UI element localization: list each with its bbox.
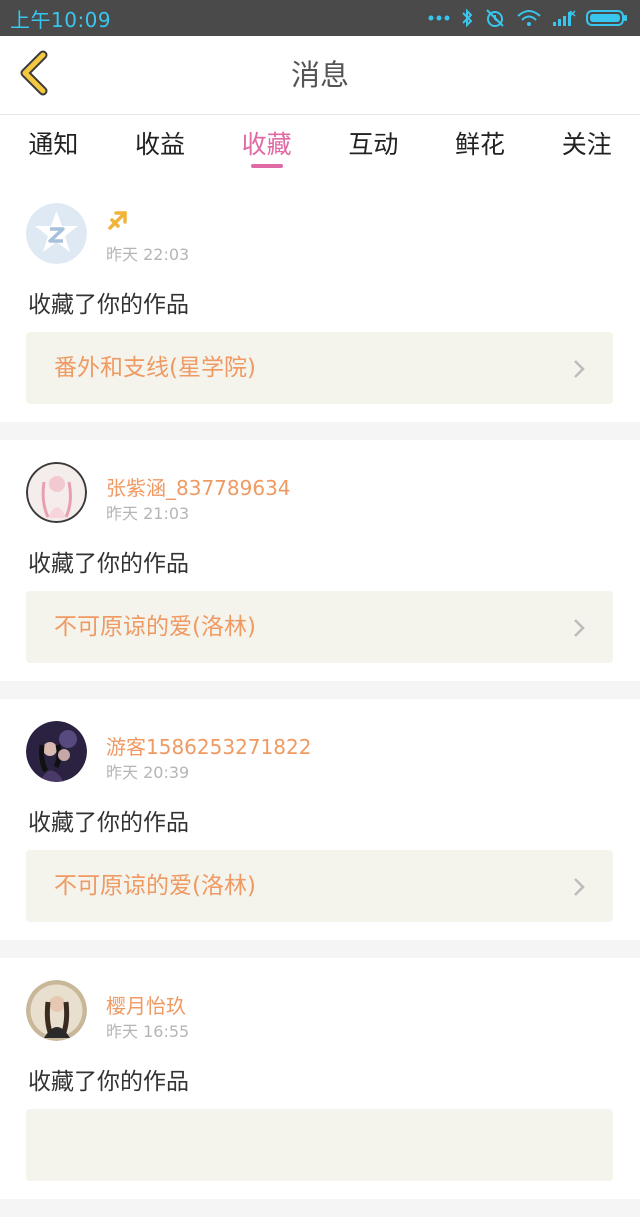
- message-list: 昨天 22:03 收藏了你的作品 番外和支线(星学院) 张紫涵_83778963…: [0, 181, 640, 1217]
- message-action: 收藏了你的作品: [28, 1069, 189, 1095]
- message-card: 昨天 22:03 收藏了你的作品 番外和支线(星学院): [0, 181, 640, 422]
- message-action: 收藏了你的作品: [28, 292, 189, 318]
- tab-bar: 通知 收益 收藏 互动 鲜花 关注: [0, 115, 640, 181]
- header: 消息: [0, 36, 640, 115]
- tab-earnings[interactable]: 收益: [107, 115, 214, 181]
- chevron-left-icon: [17, 50, 51, 100]
- avatar[interactable]: [26, 462, 87, 523]
- user-name[interactable]: 游客1586253271822: [106, 731, 311, 760]
- message-time: 昨天 16:55: [106, 1022, 190, 1041]
- avatar[interactable]: [26, 203, 87, 264]
- battery-icon: [586, 9, 628, 27]
- chevron-right-icon: [573, 359, 585, 383]
- message-action: 收藏了你的作品: [28, 810, 189, 836]
- user-name[interactable]: 张紫涵_837789634: [106, 472, 291, 501]
- tab-flowers[interactable]: 鲜花: [427, 115, 534, 181]
- message-action: 收藏了你的作品: [28, 551, 189, 577]
- message-card: 张紫涵_837789634 昨天 21:03 收藏了你的作品 不可原谅的爱(洛林…: [0, 440, 640, 681]
- signal-icon: [552, 9, 576, 27]
- avatar[interactable]: [26, 721, 87, 782]
- work-link[interactable]: 不可原谅的爱(洛林): [26, 591, 613, 663]
- sagittarius-icon: [107, 209, 129, 235]
- dots-icon: [428, 14, 450, 22]
- work-link[interactable]: 不可原谅的爱(洛林): [26, 850, 613, 922]
- status-bar: 上午10:09: [0, 0, 640, 36]
- tab-notifications[interactable]: 通知: [0, 115, 107, 181]
- work-title: 不可原谅的爱(洛林): [54, 614, 256, 640]
- chevron-right-icon: [573, 618, 585, 642]
- work-title: 不可原谅的爱(洛林): [54, 873, 256, 899]
- work-link[interactable]: [26, 1109, 613, 1181]
- active-tab-indicator: [250, 164, 283, 168]
- back-button[interactable]: [14, 50, 54, 100]
- message-card: 游客1586253271822 昨天 20:39 收藏了你的作品 不可原谅的爱(…: [0, 699, 640, 940]
- tab-follows[interactable]: 关注: [533, 115, 640, 181]
- tab-favorites[interactable]: 收藏: [213, 115, 320, 181]
- status-time: 上午10:09: [10, 7, 112, 32]
- message-card: 樱月怡玖 昨天 16:55 收藏了你的作品: [0, 958, 640, 1199]
- avatar[interactable]: [26, 980, 87, 1041]
- wifi-icon: [516, 8, 542, 28]
- user-name[interactable]: 樱月怡玖: [106, 990, 186, 1019]
- status-icons: [428, 7, 628, 29]
- alarm-off-icon: [484, 7, 506, 29]
- tab-interactions[interactable]: 互动: [320, 115, 427, 181]
- message-time: 昨天 22:03: [106, 245, 190, 264]
- message-time: 昨天 20:39: [106, 763, 190, 782]
- message-time: 昨天 21:03: [106, 504, 190, 523]
- chevron-right-icon: [573, 877, 585, 901]
- work-link[interactable]: 番外和支线(星学院): [26, 332, 613, 404]
- page-title: 消息: [290, 58, 349, 92]
- work-title: 番外和支线(星学院): [54, 355, 256, 381]
- bluetooth-icon: [460, 8, 474, 28]
